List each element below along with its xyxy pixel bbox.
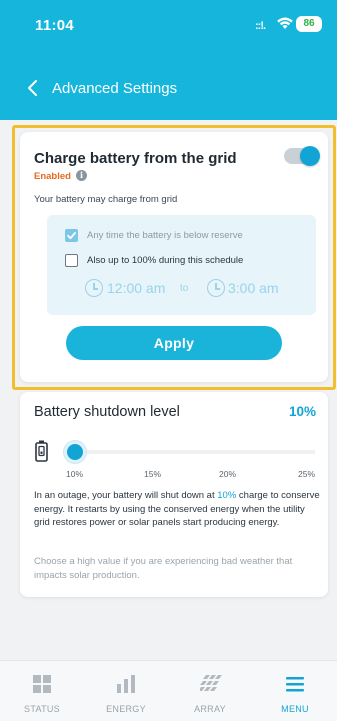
slider-track[interactable] (75, 450, 315, 454)
checkmark-icon (67, 232, 76, 240)
charge-from-grid-title: Charge battery from the grid (34, 150, 237, 167)
apply-button[interactable]: Apply (66, 326, 282, 360)
charge-from-grid-card: Charge battery from the grid Enabled i Y… (20, 132, 328, 382)
battery-icon: 86 (296, 16, 322, 32)
start-time[interactable]: 12:00 am (107, 280, 165, 296)
tab-array-label: ARRAY (194, 704, 226, 714)
battery-shutdown-card: Battery shutdown level 10% 10% 15% 20% 2… (20, 392, 328, 597)
shutdown-title: Battery shutdown level (34, 404, 180, 420)
slider-tick-label: 25% (298, 469, 316, 479)
wifi-icon (277, 17, 293, 29)
tab-energy[interactable]: ENERGY (84, 661, 168, 721)
enabled-status: Enabled (34, 171, 71, 182)
charge-options-panel: Any time the battery is below reserve Al… (47, 215, 316, 315)
charge-from-grid-toggle[interactable] (284, 146, 320, 166)
start-clock-icon (85, 279, 103, 297)
bar-chart-icon (117, 675, 135, 693)
shutdown-hint: Choose a high value if you are experienc… (34, 556, 293, 581)
option-below-reserve-label: Any time the battery is below reserve (87, 230, 243, 241)
grid-charge-subtitle: Your battery may charge from grid (34, 194, 178, 205)
tab-status-label: STATUS (24, 704, 60, 714)
to-label: to (180, 283, 189, 294)
option-schedule-label: Also up to 100% during this schedule (87, 255, 244, 266)
top-app-bar: 11:04 ::!. 86 Advanced Settings (0, 0, 337, 120)
status-bar: 11:04 ::!. 86 (0, 0, 337, 50)
tab-status[interactable]: STATUS (0, 661, 84, 721)
cellular-signal-icon: ::!. (255, 20, 266, 32)
tab-energy-label: ENERGY (106, 704, 146, 714)
tab-menu-label: MENU (281, 704, 309, 714)
battery-level-icon (35, 440, 48, 462)
page-title: Advanced Settings (52, 80, 178, 97)
tab-array[interactable]: ARRAY (168, 661, 252, 721)
desc-prefix: In an outage, your battery will shut dow… (34, 490, 218, 501)
shutdown-slider-thumb[interactable] (64, 441, 86, 463)
toggle-knob (300, 146, 320, 166)
hamburger-menu-icon (286, 677, 304, 692)
solar-panel-icon (200, 675, 222, 691)
end-time[interactable]: 3:00 am (228, 280, 279, 296)
slider-tick-label: 10% (66, 469, 84, 479)
info-icon[interactable]: i (76, 170, 87, 181)
end-clock-icon (207, 279, 225, 297)
nav-header: Advanced Settings (0, 70, 337, 106)
slider-tick-label: 20% (219, 469, 237, 479)
bottom-tab-bar: STATUS ENERGY ARRAY MENU (0, 660, 337, 721)
shutdown-value: 10% (288, 404, 316, 419)
desc-highlight: 10% (217, 490, 237, 501)
option-below-reserve-checkbox[interactable] (65, 229, 78, 242)
shutdown-description: In an outage, your battery will shut dow… (34, 489, 320, 530)
slider-tick-label: 15% (144, 469, 162, 479)
option-schedule-checkbox[interactable] (65, 254, 78, 267)
status-time: 11:04 (35, 17, 75, 34)
back-chevron-icon[interactable] (26, 79, 40, 97)
grid-icon (33, 675, 51, 693)
tab-menu[interactable]: MENU (253, 661, 337, 721)
